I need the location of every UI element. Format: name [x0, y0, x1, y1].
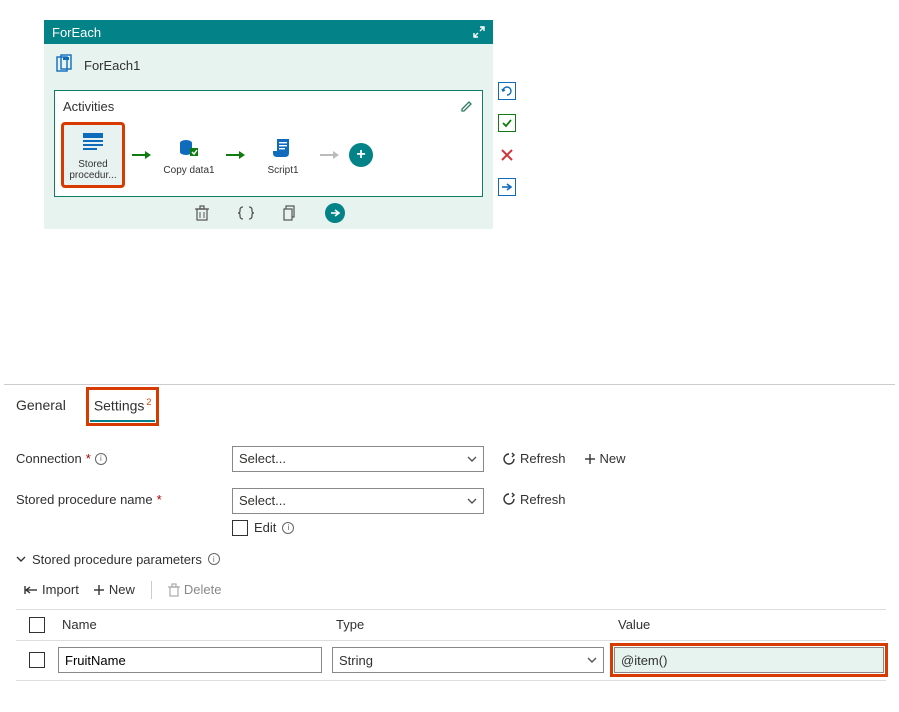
chevron-down-icon — [467, 498, 477, 504]
chevron-down-icon — [16, 556, 26, 562]
activities-container: Activities Stored procedur... — [54, 90, 483, 197]
new-param-button[interactable]: New — [93, 582, 135, 597]
select-all-checkbox[interactable] — [29, 617, 45, 633]
foreach-icon — [54, 54, 76, 76]
edit-checkbox[interactable] — [232, 520, 248, 536]
status-error-icon[interactable] — [498, 146, 516, 164]
properties-panel: General Settings2 Connection * i Select.… — [4, 384, 895, 681]
param-type-select[interactable]: String — [332, 647, 604, 673]
status-loop-icon[interactable] — [498, 82, 516, 100]
import-button[interactable]: Import — [24, 582, 79, 597]
sp-name-select[interactable]: Select... — [232, 488, 484, 514]
param-name-input[interactable] — [58, 647, 322, 673]
collapse-icon[interactable] — [473, 26, 485, 38]
required-asterisk: * — [157, 492, 162, 507]
required-asterisk: * — [86, 451, 91, 466]
side-status-icons — [498, 82, 516, 196]
foreach-header[interactable]: ForEach — [44, 20, 493, 44]
storedproc-icon — [80, 129, 106, 155]
activity-row: Stored procedur... Copy data1 — [63, 118, 474, 188]
arrow-icon — [131, 148, 153, 162]
tab-general[interactable]: General — [16, 391, 66, 422]
form-area: Connection * i Select... Refresh New S — [4, 428, 895, 681]
col-name: Name — [58, 617, 332, 632]
foreach-activity-card: ForEach ForEach1 Activities Stored proce… — [44, 20, 493, 229]
go-icon[interactable] — [325, 203, 345, 223]
param-table: Name Type Value String — [16, 609, 886, 681]
delete-icon[interactable] — [193, 204, 211, 222]
activity-stored-procedure[interactable]: Stored procedur... — [63, 124, 123, 186]
edit-activities-icon[interactable] — [458, 97, 476, 115]
toolbar-divider — [151, 581, 152, 599]
table-row: String @item() — [16, 641, 886, 681]
col-type: Type — [332, 617, 614, 632]
refresh-button[interactable]: Refresh — [502, 451, 566, 466]
edit-label: Edit — [254, 520, 276, 535]
activity-label: Copy data1 — [163, 165, 214, 176]
activity-copy-data[interactable]: Copy data1 — [161, 135, 217, 176]
status-success-icon[interactable] — [498, 114, 516, 132]
connection-select[interactable]: Select... — [232, 446, 484, 472]
sp-name-row: Stored procedure name * Select... Edit i — [16, 488, 883, 536]
info-icon[interactable]: i — [282, 522, 294, 534]
chevron-down-icon — [587, 657, 597, 663]
foreach-name-row: ForEach1 — [54, 54, 483, 76]
activity-label: Script1 — [267, 165, 298, 176]
add-activity-button[interactable]: + — [349, 143, 373, 167]
chevron-down-icon — [467, 456, 477, 462]
arrow-icon — [319, 148, 341, 162]
script-icon — [270, 135, 296, 161]
activities-label: Activities — [63, 99, 474, 114]
sp-name-label: Stored procedure name * — [16, 488, 232, 507]
foreach-footer — [44, 197, 493, 229]
param-value-input[interactable]: @item() — [614, 647, 884, 673]
foreach-header-title: ForEach — [52, 25, 101, 40]
params-toolbar: Import New Delete — [16, 581, 883, 599]
tabs: General Settings2 — [4, 391, 895, 422]
tab-settings-label: Settings — [94, 398, 145, 414]
foreach-name-label[interactable]: ForEach1 — [84, 58, 140, 73]
copydata-icon — [176, 135, 202, 161]
delete-param-button[interactable]: Delete — [168, 582, 222, 597]
copy-icon[interactable] — [281, 204, 299, 222]
tab-settings[interactable]: Settings2 — [90, 391, 156, 422]
col-value: Value — [614, 617, 886, 632]
connection-row: Connection * i Select... Refresh New — [16, 446, 883, 472]
foreach-body: ForEach1 Activities Stored procedur... — [44, 44, 493, 197]
tab-settings-badge: 2 — [146, 397, 151, 407]
status-skip-icon[interactable] — [498, 178, 516, 196]
info-icon[interactable]: i — [208, 553, 220, 565]
activity-label: Stored procedur... — [66, 159, 120, 181]
refresh-button[interactable]: Refresh — [502, 492, 566, 507]
connection-label: Connection * i — [16, 451, 232, 466]
new-button[interactable]: New — [584, 451, 626, 466]
activity-script[interactable]: Script1 — [255, 135, 311, 176]
braces-icon[interactable] — [237, 204, 255, 222]
params-section-header[interactable]: Stored procedure parameters i — [16, 552, 883, 567]
table-header: Name Type Value — [16, 609, 886, 641]
row-checkbox[interactable] — [29, 652, 45, 668]
arrow-icon — [225, 148, 247, 162]
info-icon[interactable]: i — [95, 453, 107, 465]
